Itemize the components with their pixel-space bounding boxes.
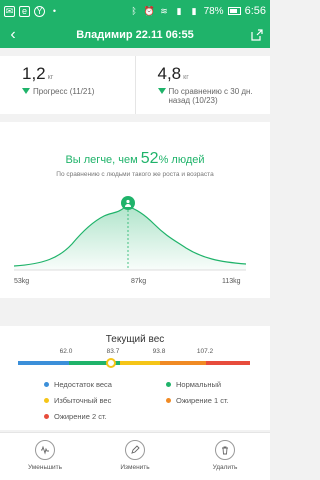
- app-header: ‹ Владимир 22.11 06:55: [0, 22, 270, 48]
- weight-scale-bar: [18, 361, 250, 365]
- curve-area: [14, 206, 246, 270]
- scale-segment: [120, 361, 160, 365]
- threshold-label: 107.2: [196, 348, 214, 355]
- weight-scale-card: Текущий вес 62.0 83.7 93.8 107.2 Недоста…: [0, 326, 270, 430]
- headline-percent: 52: [140, 150, 159, 167]
- comparison-value: 4,8: [157, 64, 182, 83]
- progress-unit: кг: [47, 74, 54, 81]
- progress-value: 1,2: [22, 64, 46, 83]
- back-arrow-icon[interactable]: ‹: [0, 26, 26, 44]
- progress-stat: 1,2 кг Прогресс (11/21): [0, 56, 135, 114]
- trash-icon: [215, 440, 235, 460]
- legend-label: Недостаток веса: [54, 379, 112, 389]
- x-label-min: 53kg: [14, 278, 30, 285]
- delete-button[interactable]: Удалить: [180, 433, 270, 480]
- x-label-max: 113kg: [222, 278, 241, 285]
- share-icon[interactable]: [244, 29, 270, 41]
- current-weight-marker: [105, 358, 116, 368]
- clock: 6:56: [244, 5, 266, 17]
- alarm-icon: ⏰: [143, 5, 155, 16]
- legend-label: Ожирение 2 ст.: [54, 411, 107, 421]
- headline-prefix: Вы легче, чем: [65, 154, 138, 166]
- signal-icon: ▮: [191, 5, 197, 16]
- legend-overweight: Избыточный вес: [0, 396, 148, 405]
- comparison-subtitle: По сравнению с людьми такого же роста и …: [56, 171, 214, 178]
- scale-segment: [205, 361, 250, 365]
- action-bar: Уменьшить Изменить Удалить: [0, 432, 270, 480]
- message-icon: ✉: [4, 5, 15, 17]
- legend-dot: [44, 397, 49, 403]
- more-icon: •: [52, 6, 57, 16]
- down-triangle-icon: [157, 88, 166, 94]
- edit-button[interactable]: Изменить: [90, 433, 180, 480]
- legend-underweight: Недостаток веса: [0, 380, 148, 389]
- x-label-mid: 87kg: [131, 278, 147, 285]
- reduce-label: Уменьшить: [27, 464, 63, 471]
- comparison-card: Вы легче, чем 52% людей По сравнению с л…: [0, 122, 270, 298]
- weight-scale-title: Текущий вес: [105, 334, 165, 345]
- reduce-button[interactable]: Уменьшить: [0, 433, 90, 480]
- legend-label: Избыточный вес: [54, 395, 112, 405]
- legend-label: Ожирение 1 ст.: [176, 395, 229, 405]
- threshold-label: 93.8: [152, 348, 166, 355]
- page-title: Владимир 22.11 06:55: [76, 29, 194, 41]
- user-position-icon: [121, 196, 135, 210]
- legend-dot: [44, 413, 49, 419]
- waveform-icon: [35, 440, 55, 460]
- status-bar: ✉ e Y • ᛒ ⏰ ≋ ▮ ▮ 78% 6:56: [0, 0, 270, 22]
- comparison-unit: кг: [183, 74, 189, 81]
- battery-icon: [227, 7, 241, 15]
- browser-icon: e: [19, 5, 30, 17]
- wifi-icon: ≋: [160, 5, 168, 16]
- edit-icon: [125, 440, 145, 460]
- comparison-caption: По сравнению с 30 дн. назад (10/23): [168, 87, 253, 105]
- down-triangle-icon: [22, 88, 30, 94]
- legend-obesity-2: Ожирение 2 ст.: [0, 412, 270, 421]
- legend-dot: [166, 397, 171, 403]
- signal-icon: ▮: [176, 5, 182, 16]
- comparison-headline: Вы легче, чем 52% людей: [0, 150, 270, 168]
- threshold-labels: 62.0 83.7 93.8 107.2: [0, 348, 270, 358]
- headline-suffix: % людей: [158, 154, 205, 166]
- legend-dot: [44, 381, 49, 387]
- legend-normal: Нормальный: [148, 380, 270, 389]
- weight-legend: Недостаток веса Нормальный Избыточный ве…: [0, 376, 270, 424]
- delete-label: Удалить: [212, 464, 238, 471]
- stats-panel: 1,2 кг Прогресс (11/21) 4,8 кг По сравнени…: [0, 56, 270, 114]
- bluetooth-icon: ᛒ: [131, 6, 137, 16]
- yandex-icon: Y: [34, 5, 45, 17]
- threshold-label: 83.7: [106, 348, 120, 355]
- legend-obesity-1: Ожирение 1 ст.: [148, 396, 270, 405]
- battery-percent: 78%: [203, 5, 224, 17]
- legend-label: Нормальный: [176, 379, 222, 389]
- scale-segment: [18, 361, 70, 365]
- legend-dot: [166, 381, 171, 387]
- progress-caption: Прогресс (11/21): [33, 87, 95, 96]
- threshold-label: 62.0: [59, 348, 73, 355]
- scale-segment: [159, 361, 206, 365]
- comparison-stat: 4,8 кг По сравнению с 30 дн. назад (10/23…: [134, 56, 271, 114]
- edit-label: Изменить: [120, 464, 150, 471]
